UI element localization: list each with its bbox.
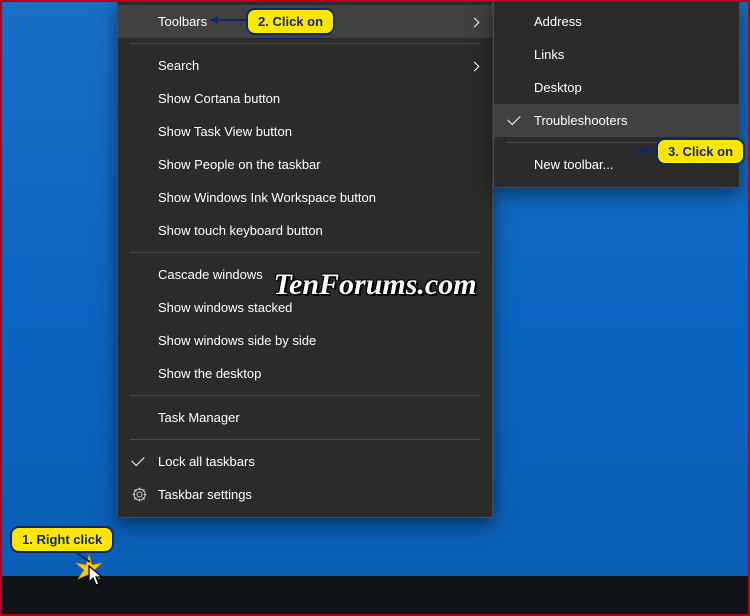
menu-item-label: Show People on the taskbar (158, 157, 462, 172)
menu-item-label: Links (534, 47, 709, 62)
menu-item-label: Show the desktop (158, 366, 462, 381)
icon-slot (508, 119, 534, 122)
taskbar-menu-item-touchkb[interactable]: Show touch keyboard button (118, 214, 492, 247)
menu-item-label: Taskbar settings (158, 487, 462, 502)
menu-item-label: Troubleshooters (534, 113, 709, 128)
annotation-step-1: 1. Right click (10, 526, 114, 553)
menu-item-label: Show windows stacked (158, 300, 462, 315)
taskbar-context-menu: ToolbarsSearchShow Cortana buttonShow Ta… (117, 0, 493, 518)
icon-slot (132, 487, 158, 502)
menu-item-label: Show Windows Ink Workspace button (158, 190, 462, 205)
taskbar-menu-item-taskview[interactable]: Show Task View button (118, 115, 492, 148)
taskbar-menu-item-search[interactable]: Search (118, 49, 492, 82)
icon-slot (132, 460, 158, 463)
submenu-arrow-slot (462, 58, 478, 73)
chevron-right-icon (470, 18, 480, 28)
taskbar-menu-item-cortana[interactable]: Show Cortana button (118, 82, 492, 115)
menu-item-label: Show windows side by side (158, 333, 462, 348)
toolbars-menu-item-troubleshooters[interactable]: Troubleshooters (494, 104, 739, 137)
taskbar-menu-item-people[interactable]: Show People on the taskbar (118, 148, 492, 181)
check-icon (507, 112, 520, 125)
menu-item-label: Show Task View button (158, 124, 462, 139)
menu-separator (130, 395, 480, 396)
taskbar-menu-item-sidebyside[interactable]: Show windows side by side (118, 324, 492, 357)
taskbar-menu-item-showdesktop[interactable]: Show the desktop (118, 357, 492, 390)
taskbar-menu-item-settings[interactable]: Taskbar settings (118, 478, 492, 511)
menu-item-label: Cascade windows (158, 267, 462, 282)
taskbar-menu-item-lock[interactable]: Lock all taskbars (118, 445, 492, 478)
taskbar-menu-item-ink[interactable]: Show Windows Ink Workspace button (118, 181, 492, 214)
cursor-icon (88, 565, 106, 589)
annotation-step-3: 3. Click on (656, 138, 745, 165)
annotation-step-2: 2. Click on (246, 8, 335, 35)
check-icon (131, 453, 144, 466)
menu-item-label: Show Cortana button (158, 91, 462, 106)
menu-item-label: Search (158, 58, 462, 73)
menu-item-label: Address (534, 14, 709, 29)
toolbars-menu-item-desktop[interactable]: Desktop (494, 71, 739, 104)
menu-item-label: Show touch keyboard button (158, 223, 462, 238)
toolbars-menu-item-links[interactable]: Links (494, 38, 739, 71)
menu-item-label: Task Manager (158, 410, 462, 425)
chevron-right-icon (470, 62, 480, 72)
menu-item-label: Lock all taskbars (158, 454, 462, 469)
taskbar-menu-item-stacked[interactable]: Show windows stacked (118, 291, 492, 324)
menu-separator (130, 439, 480, 440)
menu-separator (130, 252, 480, 253)
menu-item-label: Desktop (534, 80, 709, 95)
gear-icon (132, 487, 147, 502)
taskbar-menu-item-cascade[interactable]: Cascade windows (118, 258, 492, 291)
taskbar[interactable] (0, 576, 750, 616)
submenu-arrow-slot (462, 14, 478, 29)
toolbars-menu-item-address[interactable]: Address (494, 5, 739, 38)
menu-separator (130, 43, 480, 44)
taskbar-menu-item-taskmgr[interactable]: Task Manager (118, 401, 492, 434)
